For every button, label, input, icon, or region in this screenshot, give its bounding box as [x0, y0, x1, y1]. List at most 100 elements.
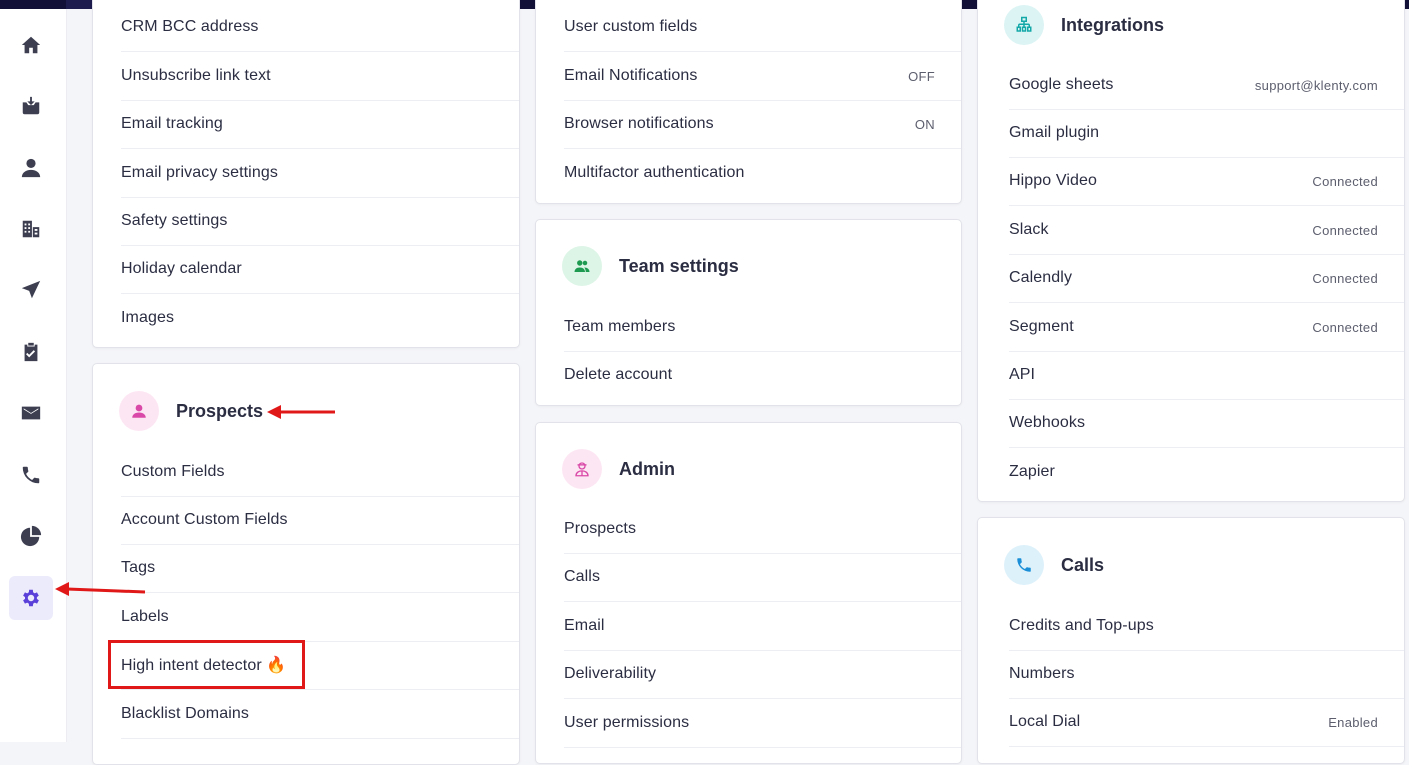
sidebar — [0, 9, 67, 742]
calls-header-icon — [1004, 545, 1044, 585]
nav-accounts[interactable] — [9, 207, 53, 251]
prospects-header-icon — [119, 391, 159, 431]
integration-row[interactable]: Gmail plugin — [1009, 109, 1404, 158]
settings-row[interactable]: Unsubscribe link text — [121, 52, 519, 101]
row-label: User custom fields — [564, 18, 698, 35]
integration-row[interactable]: Segment Connected — [1009, 303, 1404, 352]
row-label: Safety settings — [121, 212, 228, 229]
settings-row[interactable]: Email — [564, 602, 961, 651]
row-label: Google sheets — [1009, 76, 1114, 93]
integration-row[interactable]: Calendly Connected — [1009, 254, 1404, 303]
settings-row[interactable]: Browser notifications ON — [564, 100, 961, 149]
row-label: Webhooks — [1009, 414, 1086, 431]
settings-row[interactable]: Email Notifications OFF — [564, 52, 961, 101]
settings-row[interactable]: Calls — [564, 553, 961, 602]
integration-row[interactable]: Webhooks — [1009, 399, 1404, 448]
integration-row[interactable]: Slack Connected — [1009, 206, 1404, 255]
settings-row[interactable]: Local Dial Enabled — [1009, 698, 1404, 747]
row-label: CRM BCC address — [121, 18, 259, 35]
team-settings-title: Team settings — [619, 255, 739, 276]
reports-icon — [20, 525, 42, 547]
nav-email[interactable] — [9, 391, 53, 435]
prospects-card: Prospects Custom Fields Account Custom F… — [92, 363, 520, 765]
nav-inbox[interactable] — [9, 84, 53, 128]
row-label: Browser notifications — [564, 115, 714, 132]
row-label: Segment — [1009, 318, 1074, 335]
admin-card: Admin Prospects Calls Email Deliverabili… — [535, 422, 962, 764]
integrations-card: Integrations Google sheets support@klenty… — [977, 0, 1405, 502]
integrations-header-icon — [1004, 5, 1044, 45]
inbox-icon — [22, 96, 40, 115]
company-icon — [22, 220, 40, 238]
row-label: Prospects — [564, 520, 637, 537]
admin-icon — [575, 462, 589, 477]
row-label: Email — [564, 617, 605, 634]
settings-row[interactable]: Prospects — [564, 505, 961, 554]
nav-contacts[interactable] — [9, 146, 53, 190]
settings-row[interactable]: Account Custom Fields — [121, 496, 519, 545]
nav-calls[interactable] — [9, 453, 53, 497]
integration-row[interactable]: Hippo Video Connected — [1009, 157, 1404, 206]
integrations-header: Integrations — [1004, 5, 1164, 45]
row-label: Calendly — [1009, 269, 1073, 286]
integrations-icon — [1016, 16, 1032, 32]
settings-row[interactable]: User permissions — [564, 699, 961, 748]
admin-title: Admin — [619, 458, 675, 479]
row-label: Email privacy settings — [121, 164, 278, 181]
settings-row[interactable]: CRM BCC address — [121, 3, 519, 52]
email-settings-card: CRM BCC address Unsubscribe link text Em… — [92, 0, 520, 348]
row-status: support@klenty.com — [1254, 77, 1378, 93]
prospects-header: Prospects — [119, 391, 263, 431]
settings-row[interactable]: Tags — [121, 544, 519, 593]
calls-card: Calls Credits and Top-ups Numbers Local … — [977, 517, 1405, 764]
settings-row[interactable]: Labels — [121, 593, 519, 642]
row-label: Hippo Video — [1009, 172, 1097, 189]
settings-row[interactable]: Team members — [564, 303, 961, 352]
settings-row[interactable]: Credits and Top-ups — [1009, 602, 1404, 651]
nav-reports[interactable] — [9, 514, 53, 558]
nav-campaigns[interactable] — [9, 268, 53, 312]
settings-row[interactable]: Multifactor authentication — [564, 149, 961, 197]
settings-row[interactable]: Numbers — [1009, 650, 1404, 699]
user-icon — [21, 158, 41, 178]
nav-settings[interactable] — [9, 576, 53, 620]
prospects-title: Prospects — [176, 400, 264, 421]
settings-row[interactable]: Holiday calendar — [121, 245, 519, 294]
row-label: Blacklist Domains — [121, 705, 249, 722]
settings-row[interactable]: Delete account — [564, 351, 961, 399]
row-label: Delete account — [564, 366, 673, 383]
row-status: OFF — [908, 68, 935, 84]
settings-row[interactable]: Deliverability — [564, 650, 961, 699]
row-status: Connected — [1312, 270, 1378, 286]
row-label: Zapier — [1009, 463, 1055, 480]
row-label: Email tracking — [121, 115, 223, 132]
send-icon — [21, 280, 41, 299]
settings-row[interactable]: Safety settings — [121, 197, 519, 246]
settings-row[interactable]: Email tracking — [121, 100, 519, 149]
settings-row[interactable]: Images — [121, 294, 519, 342]
row-status: Connected — [1312, 319, 1378, 335]
user-icon — [132, 404, 146, 418]
nav-tasks[interactable] — [9, 330, 53, 374]
row-label: API — [1009, 366, 1036, 383]
settings-row[interactable]: Email privacy settings — [121, 149, 519, 198]
settings-arrow — [55, 582, 146, 596]
integration-row[interactable]: Google sheets support@klenty.com — [1009, 61, 1404, 110]
team-header-icon — [562, 246, 602, 286]
integration-row[interactable]: API — [1009, 351, 1404, 400]
row-label: Credits and Top-ups — [1009, 617, 1154, 634]
row-label: Account Custom Fields — [121, 511, 288, 528]
settings-row[interactable]: User custom fields — [564, 3, 961, 52]
phone-icon — [22, 466, 40, 484]
row-label: Tags — [121, 559, 156, 576]
settings-row[interactable]: Blacklist Domains — [121, 690, 519, 739]
tasks-icon — [24, 342, 38, 362]
highlight-box — [108, 640, 305, 689]
team-settings-header: Team settings — [562, 246, 739, 286]
nav-home[interactable] — [9, 23, 53, 67]
integrations-title: Integrations — [1061, 14, 1165, 35]
integration-row[interactable]: Zapier — [1009, 448, 1404, 496]
row-label: Labels — [121, 608, 169, 625]
settings-row[interactable]: Custom Fields — [121, 448, 519, 497]
row-label: Images — [121, 309, 175, 326]
